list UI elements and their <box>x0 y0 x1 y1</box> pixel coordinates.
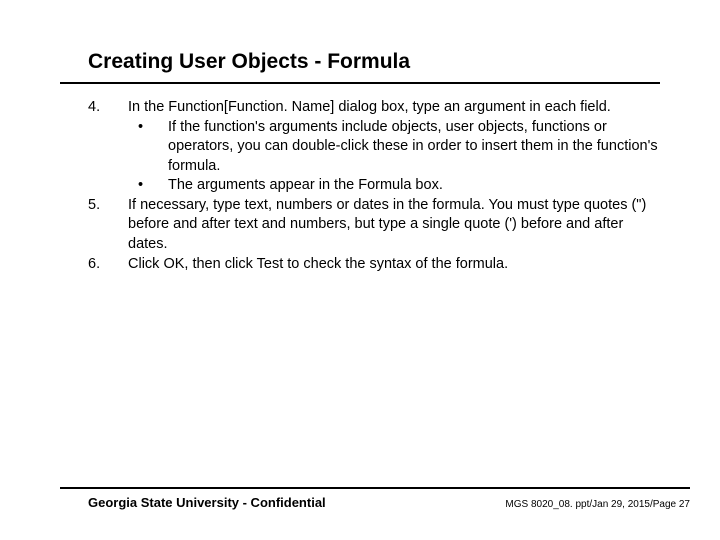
bullet-icon: • <box>128 176 168 196</box>
footer-right: MGS 8020_08. ppt/Jan 29, 2015/Page 27 <box>505 499 690 510</box>
step-body: In the Function[Function. Name] dialog b… <box>128 98 660 196</box>
step-5: 5. If necessary, type text, numbers or d… <box>88 196 660 255</box>
step-6: 6. Click OK, then click Test to check th… <box>88 255 660 275</box>
step-4: 4. In the Function[Function. Name] dialo… <box>88 98 660 196</box>
sub-bullet: • If the function's arguments include ob… <box>128 118 660 177</box>
step-number: 4. <box>88 98 128 118</box>
slide-title: Creating User Objects - Formula <box>88 50 660 74</box>
title-block: Creating User Objects - Formula <box>60 50 660 84</box>
step-text: If necessary, type text, numbers or date… <box>128 196 660 255</box>
slide: Creating User Objects - Formula 4. In th… <box>0 0 720 540</box>
sub-text: If the function's arguments include obje… <box>168 118 660 177</box>
step-number: 6. <box>88 255 128 275</box>
step-text: In the Function[Function. Name] dialog b… <box>128 98 660 118</box>
step-body: Click OK, then click Test to check the s… <box>128 255 660 275</box>
step-number: 5. <box>88 196 128 216</box>
bullet-icon: • <box>128 118 168 138</box>
sub-text: The arguments appear in the Formula box. <box>168 176 660 196</box>
sub-bullet: • The arguments appear in the Formula bo… <box>128 176 660 196</box>
footer-row: Georgia State University - Confidential … <box>60 495 690 510</box>
footer-left: Georgia State University - Confidential <box>88 495 326 510</box>
step-body: If necessary, type text, numbers or date… <box>128 196 660 255</box>
content-area: 4. In the Function[Function. Name] dialo… <box>60 98 660 274</box>
step-text: Click OK, then click Test to check the s… <box>128 255 660 275</box>
footer: Georgia State University - Confidential … <box>60 487 690 510</box>
footer-rule <box>60 487 690 489</box>
